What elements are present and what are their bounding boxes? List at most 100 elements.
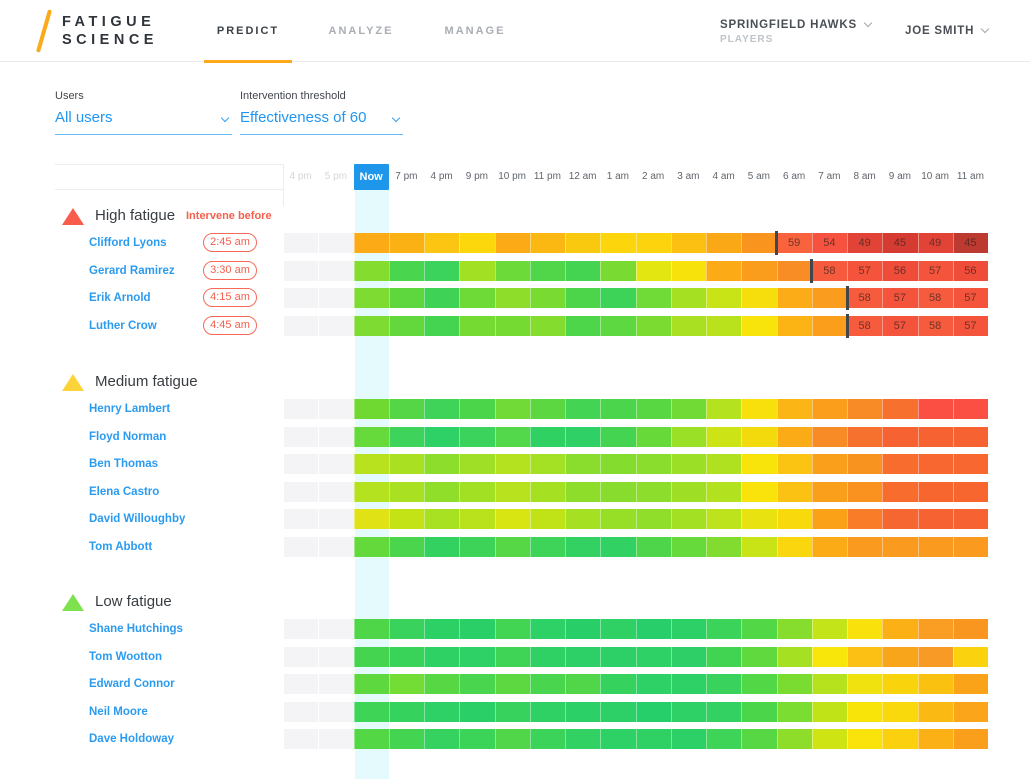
heat-cell [600,674,635,694]
threshold-crossing-marker [846,314,849,338]
heat-cell [777,509,812,529]
effectiveness-cell: 56 [953,261,988,281]
player-name-link[interactable]: Henry Lambert [89,399,209,419]
player-fatigue-bar[interactable]: 5857565756 [283,261,988,281]
time-axis-label: 7 am [812,164,847,190]
heat-cell [459,702,494,722]
heat-cell [459,647,494,667]
users-filter-select[interactable]: All users [55,109,232,135]
heat-cell [424,537,459,557]
player-name-link[interactable]: Luther Crow [89,316,209,336]
player-fatigue-bar[interactable] [283,427,988,447]
heat-cell [495,509,530,529]
player-fatigue-bar[interactable] [283,619,988,639]
effectiveness-cell: 57 [882,316,917,336]
time-axis-label: 5 am [741,164,776,190]
heat-cell [459,482,494,502]
heat-cell [389,702,424,722]
player-fatigue-bar[interactable] [283,482,988,502]
player-name-link[interactable]: Edward Connor [89,674,209,694]
heat-cell [918,482,953,502]
fatigue-level-triangle-icon [62,374,84,391]
heat-cell [565,537,600,557]
tab-manage[interactable]: MANAGE [433,0,517,62]
past-cell [283,399,318,419]
user-menu[interactable]: JOE SMITH [905,25,988,37]
heat-cell [706,674,741,694]
heat-cell [636,316,671,336]
player-name-link[interactable]: Tom Wootton [89,647,209,667]
player-name-link[interactable]: Dave Holdoway [89,729,209,749]
heat-cell [741,702,776,722]
section-header: High fatigueIntervene before [0,205,1030,227]
effectiveness-cell: 58 [847,288,882,308]
time-axis-label: 11 pm [530,164,565,190]
heat-cell [354,674,389,694]
player-fatigue-bar[interactable] [283,509,988,529]
heat-cell [882,729,917,749]
heat-cell [671,702,706,722]
player-fatigue-bar[interactable] [283,454,988,474]
player-name-link[interactable]: Tom Abbott [89,537,209,557]
player-fatigue-bar[interactable] [283,537,988,557]
player-fatigue-bar[interactable] [283,399,988,419]
heat-cell [671,399,706,419]
threshold-filter-select[interactable]: Effectiveness of 60 [240,109,403,135]
heat-cell [424,509,459,529]
effectiveness-cell: 57 [882,288,917,308]
player-name-link[interactable]: Elena Castro [89,482,209,502]
heat-cell [424,482,459,502]
past-cell [283,233,318,253]
heat-cell [671,674,706,694]
time-axis-label: 4 pm [424,164,459,190]
section-header: Medium fatigue [0,371,1030,393]
player-name-link[interactable]: Floyd Norman [89,427,209,447]
heat-cell [424,702,459,722]
threshold-crossing-marker [810,259,813,283]
time-axis-label: 5 pm [318,164,353,190]
player-fatigue-bar[interactable]: 58575857 [283,288,988,308]
heat-cell [530,674,565,694]
effectiveness-cell: 58 [918,316,953,336]
heat-cell [777,702,812,722]
heat-cell [741,729,776,749]
player-name-link[interactable]: Clifford Lyons [89,233,209,253]
heat-cell [389,537,424,557]
player-fatigue-bar[interactable] [283,647,988,667]
heat-cell [565,261,600,281]
heat-cell [847,509,882,529]
player-fatigue-bar[interactable] [283,729,988,749]
heat-cell [600,647,635,667]
player-name-link[interactable]: Ben Thomas [89,454,209,474]
heat-cell [424,288,459,308]
player-fatigue-bar[interactable]: 595449454945 [283,233,988,253]
heat-cell [953,509,988,529]
effectiveness-cell: 58 [812,261,847,281]
heat-cell [636,674,671,694]
heat-cell [777,316,812,336]
heat-cell [671,537,706,557]
heat-cell [671,427,706,447]
heat-cell [953,674,988,694]
player-fatigue-bar[interactable] [283,702,988,722]
tab-analyze[interactable]: ANALYZE [319,0,403,62]
player-name-link[interactable]: Shane Hutchings [89,619,209,639]
heat-cell [600,702,635,722]
heat-cell [389,647,424,667]
team-selector[interactable]: SPRINGFIELD HAWKS PLAYERS [720,19,871,45]
player-name-link[interactable]: David Willoughby [89,509,209,529]
heat-cell [354,399,389,419]
heat-cell [953,702,988,722]
heat-cell [636,482,671,502]
tab-predict[interactable]: PREDICT [204,0,292,62]
player-fatigue-bar[interactable]: 58575857 [283,316,988,336]
heat-cell [706,619,741,639]
player-name-link[interactable]: Gerard Ramirez [89,261,209,281]
player-name-link[interactable]: Erik Arnold [89,288,209,308]
heat-cell [565,619,600,639]
heat-cell [424,674,459,694]
player-name-link[interactable]: Neil Moore [89,702,209,722]
past-cell [318,729,353,749]
player-fatigue-bar[interactable] [283,674,988,694]
heat-cell [847,619,882,639]
